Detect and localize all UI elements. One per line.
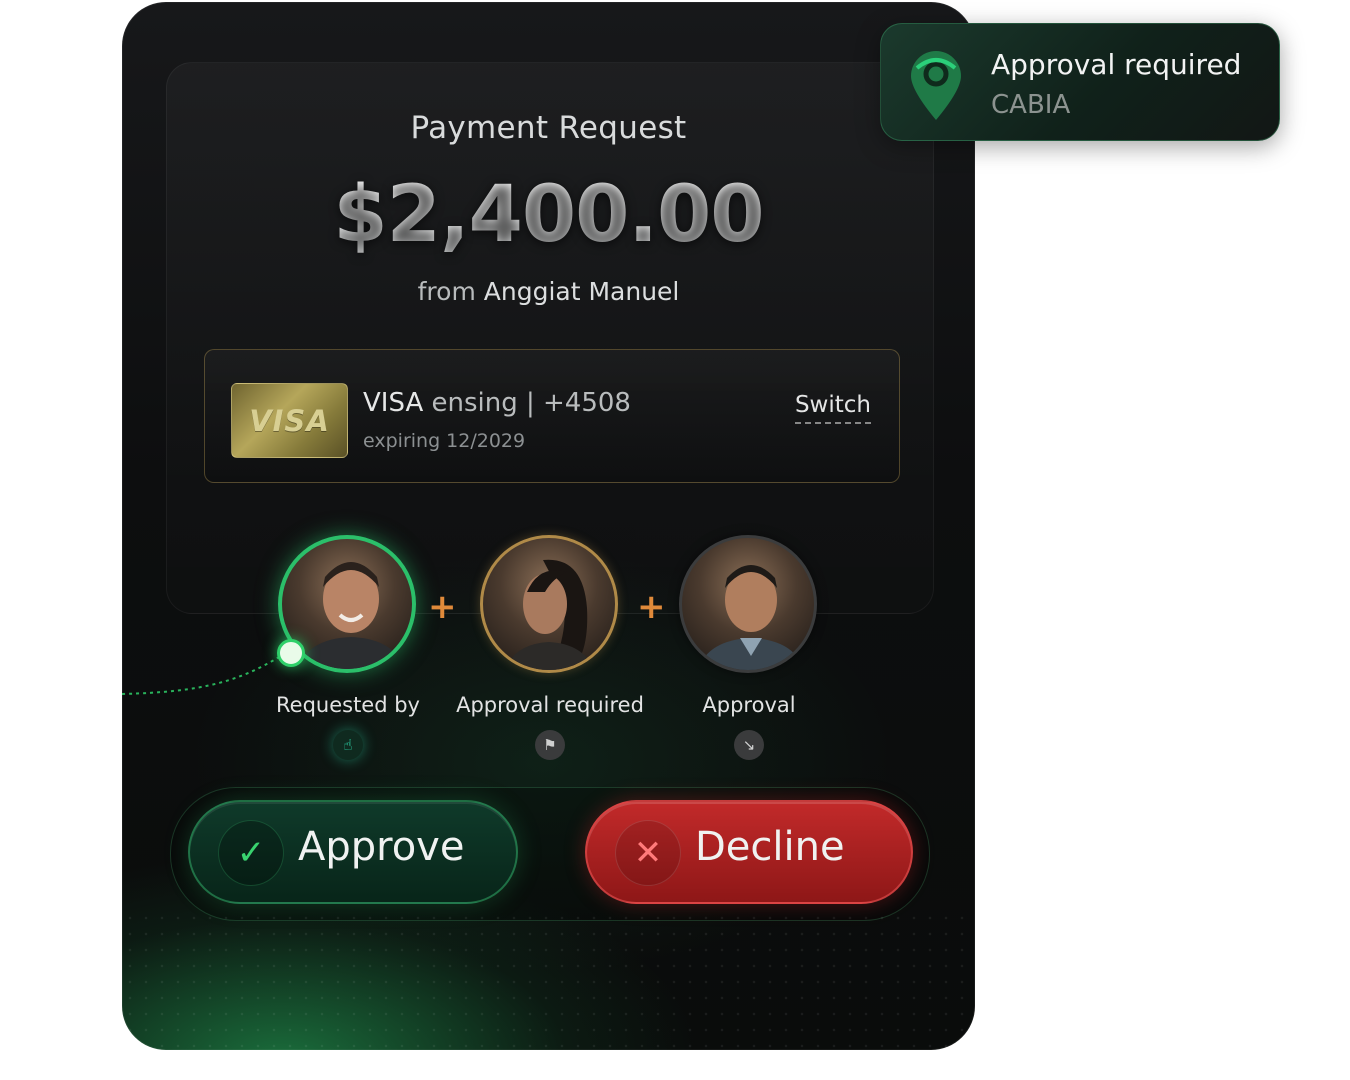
payment-method-box: VISA VISA ensing | +4508 expiring 12/202… [204,349,900,483]
switch-card-link[interactable]: Switch [794,392,871,424]
card-ending-text: ensing | +4508 [431,388,631,418]
payment-request-card: Payment Request $2,400.00 from Anggiat M… [122,2,975,1050]
location-pin-icon [911,51,961,120]
approve-label: Approve [298,824,465,870]
flag-icon: ⚑ [535,730,565,760]
person-silhouette-icon [697,565,805,670]
card-brand-text: VISA [363,388,424,418]
visa-card-image: VISA [231,383,348,458]
decline-label: Decline [695,824,845,870]
toast-subtitle: CABIA [991,90,1071,120]
requester-line: from Anggiat Manuel [122,277,975,306]
approver-label: Approval required [456,693,644,717]
approver-label: Requested by [276,693,420,717]
approve-button[interactable]: ✓ Approve [188,800,518,904]
approver-approval-required: Approval required ⚑ [450,535,650,775]
requester-name: Anggiat Manuel [483,277,680,306]
down-right-arrow-icon: ↘ [734,730,764,760]
card-expiry: expiring 12/2029 [363,430,526,452]
person-silhouette-icon [504,559,595,670]
toast-title: Approval required [991,48,1242,81]
visa-logo: VISA [249,403,330,438]
close-icon: ✕ [615,820,681,886]
approver-approval: Approval ↘ [649,535,849,775]
from-prefix: from [417,277,476,306]
check-icon: ✓ [218,820,284,886]
avatar [679,535,817,673]
card-number-line: VISA ensing | +4508 [363,388,631,418]
avatar [480,535,618,673]
approval-toast[interactable]: Approval required CABIA [880,23,1280,141]
decline-button[interactable]: ✕ Decline [585,800,913,904]
payment-amount: $2,400.00 [122,170,975,260]
page-title: Payment Request [410,110,687,146]
hand-pointer-icon: ☝ [333,730,363,760]
online-indicator [277,639,305,667]
approver-label: Approval [702,693,796,717]
